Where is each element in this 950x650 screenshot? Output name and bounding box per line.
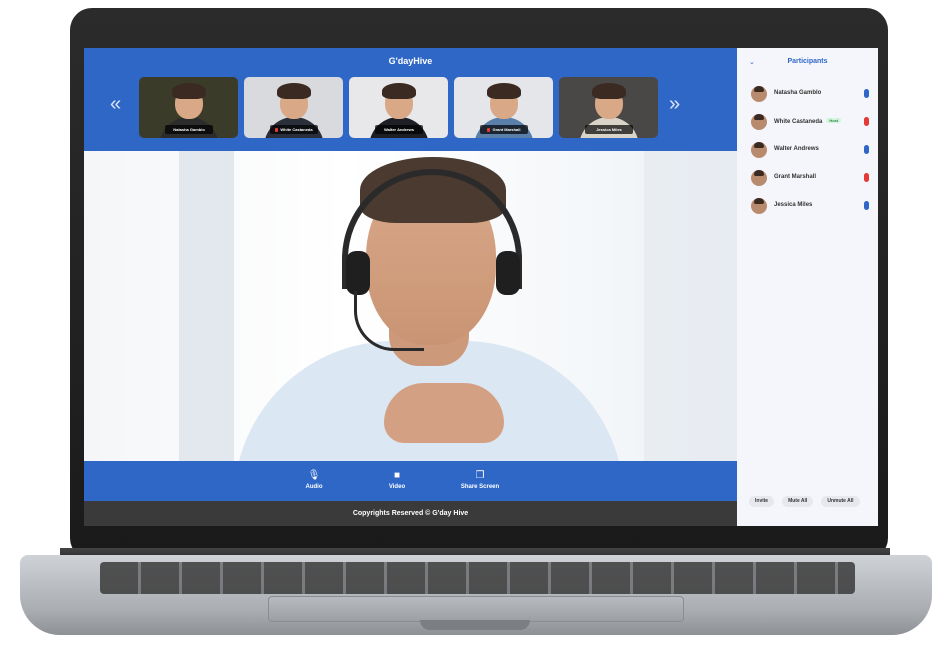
participant-thumbnail[interactable]: Natasha Gamblo — [139, 77, 238, 138]
chevron-double-right-icon[interactable]: » — [669, 94, 680, 114]
speaker-hands — [384, 383, 504, 443]
invite-button[interactable]: Invite — [749, 496, 775, 507]
headset-mic — [354, 291, 424, 351]
share-screen-button[interactable]: ❐ Share Screen — [450, 469, 510, 490]
video-button[interactable]: ■ Video — [367, 469, 427, 490]
audio-label: Audio — [305, 484, 323, 490]
laptop-trackpad — [268, 596, 684, 622]
participant-row[interactable]: Grant Marshall — [751, 170, 871, 198]
participant-name: Grant Marshall — [774, 174, 817, 180]
microphone-muted-icon[interactable] — [864, 173, 869, 182]
chevron-double-left-icon[interactable]: « — [110, 94, 121, 114]
mic-off-icon — [487, 128, 491, 132]
microphone-icon[interactable] — [864, 201, 869, 210]
avatar — [751, 198, 767, 214]
laptop-notch — [420, 620, 530, 630]
thumbnail-hair — [277, 83, 311, 99]
mic-off-icon — [275, 128, 279, 132]
participant-name: Natasha Gamblo — [774, 90, 822, 96]
participant-name: Walter Andrews — [774, 146, 819, 152]
participant-list: Natasha Gamblo White Castaneda Host Walte… — [751, 86, 871, 226]
microphone-icon[interactable] — [864, 145, 869, 154]
avatar — [751, 114, 767, 130]
participant-thumbnail[interactable]: Jessica Miles — [559, 77, 658, 138]
meeting-main: G'dayHive « Natasha Gamblo White Castane… — [84, 48, 737, 526]
app-title: G'dayHive — [388, 56, 433, 66]
main-video-feed: ✆ — [84, 151, 737, 461]
participant-row[interactable]: Jessica Miles — [751, 198, 871, 226]
participant-row[interactable]: Walter Andrews — [751, 142, 871, 170]
unmute-all-button[interactable]: Unmute All — [821, 496, 860, 507]
footer: Copyrights Reserved © G'day Hive — [84, 501, 737, 526]
sidebar-actions: Invite Mute All Unmute All — [749, 496, 874, 507]
thumbnail-name-tag: White Castaneda — [270, 125, 318, 134]
host-badge: Host — [826, 118, 842, 123]
thumbnail-hair — [382, 83, 416, 99]
participant-thumbnail[interactable]: Walter Andrews — [349, 77, 448, 138]
thumbnail-hair — [487, 83, 521, 99]
microphone-icon: 🎙 — [307, 470, 321, 481]
headset-earcup — [496, 251, 520, 295]
background-window — [179, 151, 234, 461]
thumbnail-name-tag: Grant Marshall — [480, 125, 528, 134]
audio-button[interactable]: 🎙 Audio — [284, 469, 344, 490]
participant-row[interactable]: Natasha Gamblo — [751, 86, 871, 114]
avatar — [751, 142, 767, 158]
participant-carousel-bar: G'dayHive « Natasha Gamblo White Castane… — [84, 48, 737, 151]
participant-name: Jessica Miles — [774, 202, 813, 208]
microphone-muted-icon[interactable] — [864, 117, 869, 126]
participant-row[interactable]: White Castaneda Host — [751, 114, 871, 142]
mute-all-button[interactable]: Mute All — [782, 496, 814, 507]
avatar — [751, 170, 767, 186]
sidebar-title: Participants — [787, 58, 828, 65]
headset-earcup — [346, 251, 370, 295]
thumbnail-name-tag: Walter Andrews — [375, 125, 423, 134]
call-controls: 🎙 Audio ■ Video ❐ Share Screen — [84, 461, 737, 501]
sidebar-header: ⌄ Participants — [737, 56, 878, 72]
video-label: Video — [388, 484, 406, 490]
background-window — [644, 151, 737, 461]
share-screen-label: Share Screen — [460, 484, 500, 490]
laptop-screen: G'dayHive « Natasha Gamblo White Castane… — [84, 48, 878, 526]
thumbnail-hair — [592, 83, 626, 99]
microphone-icon[interactable] — [864, 89, 869, 98]
avatar — [751, 86, 767, 102]
participant-thumbnail[interactable]: Grant Marshall — [454, 77, 553, 138]
participants-sidebar: ⌄ Participants Natasha Gamblo White Cast… — [737, 48, 878, 526]
participant-thumbnail[interactable]: White Castaneda — [244, 77, 343, 138]
video-camera-icon: ■ — [393, 470, 401, 481]
thumbnail-name-tag: Jessica Miles — [585, 125, 633, 134]
participant-name: White Castaneda Host — [774, 118, 842, 125]
thumbnail-name-tag: Natasha Gamblo — [165, 125, 213, 134]
participant-thumbnails: Natasha Gamblo White Castaneda Walter An… — [139, 77, 658, 138]
share-screen-icon: ❐ — [475, 470, 485, 481]
thumbnail-hair — [172, 83, 206, 99]
laptop-keyboard — [100, 562, 855, 594]
